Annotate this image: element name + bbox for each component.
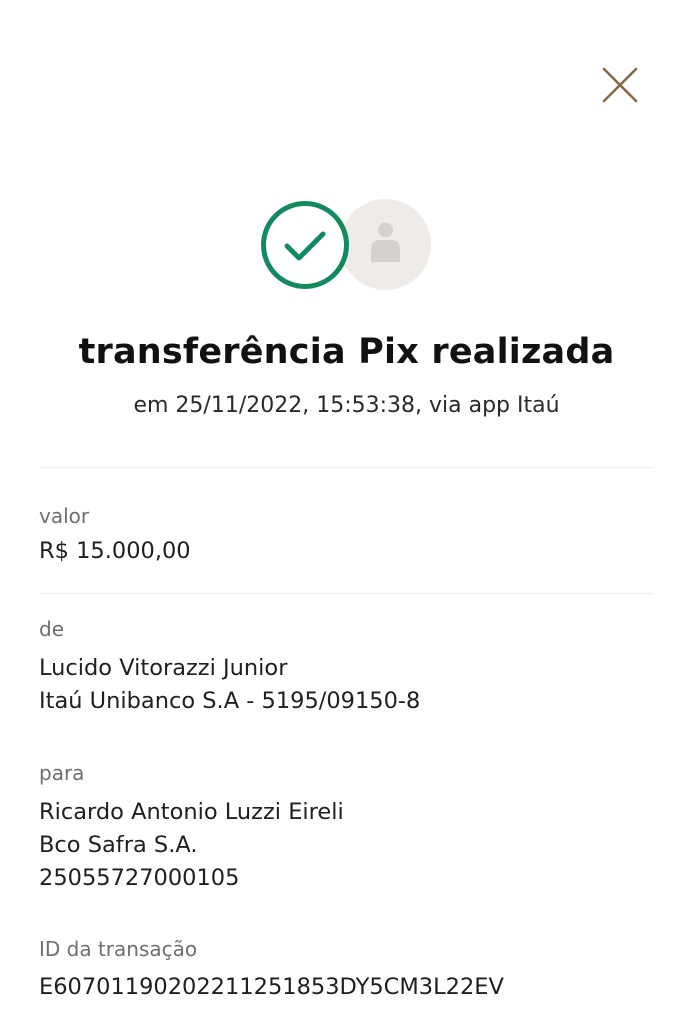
transaction-id-label: ID da transação	[39, 937, 198, 961]
transaction-id: E60701190202211251853DY5CM3L22EV	[39, 971, 504, 1004]
close-icon	[602, 67, 638, 103]
sender-name: Lucido Vitorazzi Junior	[39, 655, 288, 681]
amount-text: R$ 15.000,00	[39, 538, 191, 564]
amount-value: R$ 15.000,00	[39, 535, 191, 568]
recipient-document: 25055727000105	[39, 865, 240, 891]
status-icons	[260, 199, 432, 291]
recipient-details: Ricardo Antonio Luzzi Eireli Bco Safra S…	[39, 796, 344, 895]
recipient-name: Ricardo Antonio Luzzi Eireli	[39, 799, 344, 825]
check-circle-icon	[260, 199, 352, 291]
recipient-bank: Bco Safra S.A.	[39, 832, 198, 858]
transaction-datetime: em 25/11/2022, 15:53:38, via app Itaú	[133, 393, 560, 418]
transaction-id-value: E60701190202211251853DY5CM3L22EV	[39, 974, 504, 1000]
divider	[39, 593, 654, 594]
page-title: transferência Pix realizada	[78, 332, 615, 372]
divider	[39, 467, 654, 468]
recipient-label: para	[39, 761, 85, 785]
amount-label: valor	[39, 504, 90, 528]
sender-bank: Itaú Unibanco S.A - 5195/09150-8	[39, 688, 421, 714]
close-button[interactable]	[598, 63, 642, 107]
sender-label: de	[39, 617, 64, 641]
person-icon	[371, 222, 400, 262]
sender-details: Lucido Vitorazzi Junior Itaú Unibanco S.…	[39, 652, 420, 718]
avatar	[340, 199, 431, 290]
